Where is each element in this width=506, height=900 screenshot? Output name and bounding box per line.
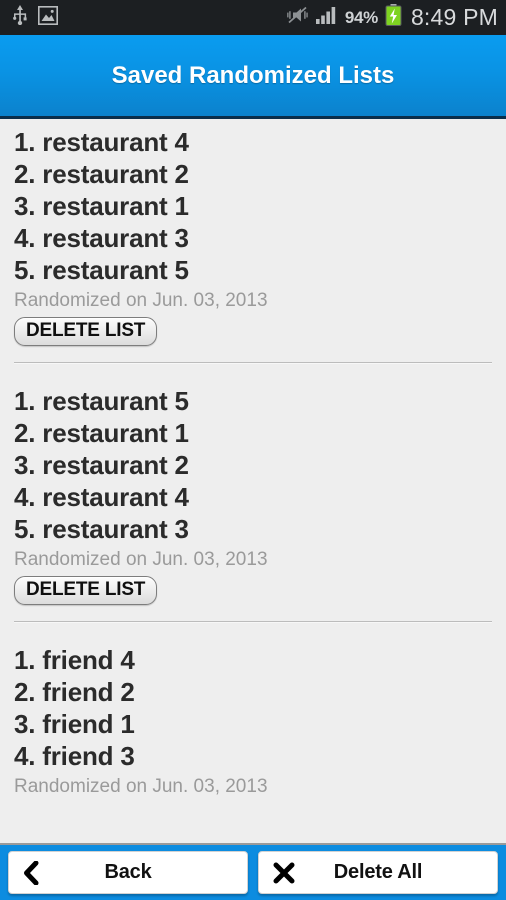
battery-percent-label: 94% [344,8,378,27]
list-item: 2. friend 2 [14,677,135,707]
list-item: 5. restaurant 3 [14,514,189,544]
list-item: 5. restaurant 5 [14,255,189,285]
saved-list-card: 1. restaurant 4 2. restaurant 2 3. resta… [0,122,506,346]
bottom-action-bar: Back Delete All [0,843,506,900]
list-item: 4. restaurant 3 [14,223,189,253]
page-title: Saved Randomized Lists [111,61,395,89]
screenshot-image-icon [38,5,58,30]
randomized-on-label: Randomized on Jun. 03, 2013 [14,776,268,797]
list-item: 3. restaurant 2 [14,450,189,480]
list-item: 3. friend 1 [14,709,135,739]
status-bar-left-icons [12,5,58,30]
delete-all-button[interactable]: Delete All [258,851,498,894]
list-item: 2. restaurant 2 [14,159,189,189]
list-item: 1. friend 4 [14,645,135,675]
saved-list-card: 1. friend 4 2. friend 2 3. friend 1 4. f… [0,640,506,800]
list-item: 3. restaurant 1 [14,191,189,221]
back-button-label: Back [104,861,152,883]
signal-bars-icon [315,6,338,29]
list-items: 1. restaurant 4 2. restaurant 2 3. resta… [14,122,492,286]
list-item: 4. restaurant 4 [14,482,189,512]
list-items: 1. friend 4 2. friend 2 3. friend 1 4. f… [14,640,492,772]
back-button[interactable]: Back [8,851,248,894]
clock-label: 8:49 PM [410,4,498,30]
app-header: Saved Randomized Lists [0,35,506,119]
status-bar-right-icons: 94% 8:49 PM [287,4,498,31]
list-divider [14,362,492,363]
chevron-left-icon [23,860,40,885]
list-items: 1. restaurant 5 2. restaurant 1 3. resta… [14,381,492,545]
vibrate-mute-icon [287,6,309,29]
list-item: 2. restaurant 1 [14,418,189,448]
list-divider [14,621,492,622]
list-item: 4. friend 3 [14,741,135,771]
delete-list-button[interactable]: DELETE LIST [14,317,158,346]
list-item: 1. restaurant 5 [14,386,189,416]
status-bar: 94% 8:49 PM [0,0,506,35]
delete-list-button[interactable]: DELETE LIST [14,576,158,605]
list-item: 1. restaurant 4 [14,127,189,157]
saved-lists-scroll-area[interactable]: 1. restaurant 4 2. restaurant 2 3. resta… [0,122,506,844]
battery-charging-icon [385,4,402,31]
randomized-on-label: Randomized on Jun. 03, 2013 [14,290,268,311]
close-x-icon [273,862,295,884]
randomized-on-label: Randomized on Jun. 03, 2013 [14,549,268,570]
saved-list-card: 1. restaurant 5 2. restaurant 1 3. resta… [0,381,506,605]
usb-icon [12,5,28,30]
